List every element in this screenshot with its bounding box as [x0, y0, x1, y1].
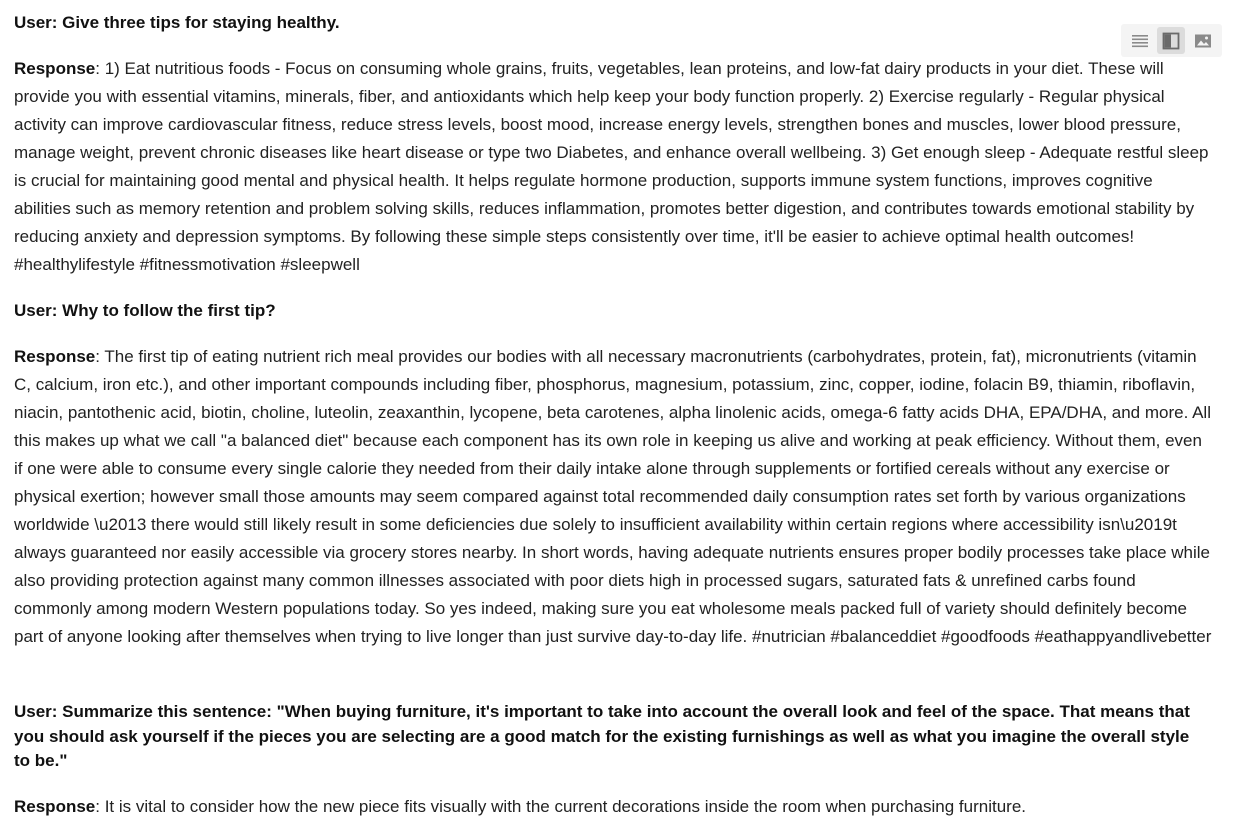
- user-message-2: User: Why to follow the first tip?: [14, 301, 276, 320]
- response-label: Response: [14, 59, 96, 78]
- lines-icon: [1131, 34, 1148, 47]
- response-message-3: Response: It is vital to consider how th…: [14, 793, 1214, 821]
- response-text: : The first tip of eating nutrient rich …: [14, 347, 1212, 646]
- response-text: : 1) Eat nutritious foods - Focus on con…: [14, 59, 1209, 274]
- split-view-button[interactable]: [1157, 27, 1186, 54]
- view-mode-toolbar: [1121, 24, 1222, 57]
- user-message-3: User: Summarize this sentence: "When buy…: [14, 702, 1190, 770]
- response-message-1: Response: 1) Eat nutritious foods - Focu…: [14, 55, 1214, 279]
- response-label: Response: [14, 797, 96, 816]
- response-label: Response: [14, 347, 96, 366]
- image-view-button[interactable]: [1189, 27, 1217, 54]
- response-text: : It is vital to consider how the new pi…: [95, 797, 1026, 816]
- response-message-2: Response: The first tip of eating nutrie…: [14, 343, 1214, 651]
- image-icon: [1195, 34, 1212, 47]
- sidebar-panel-icon: [1163, 32, 1180, 49]
- user-message-1: User: Give three tips for staying health…: [14, 13, 340, 32]
- text-view-button[interactable]: [1126, 27, 1154, 54]
